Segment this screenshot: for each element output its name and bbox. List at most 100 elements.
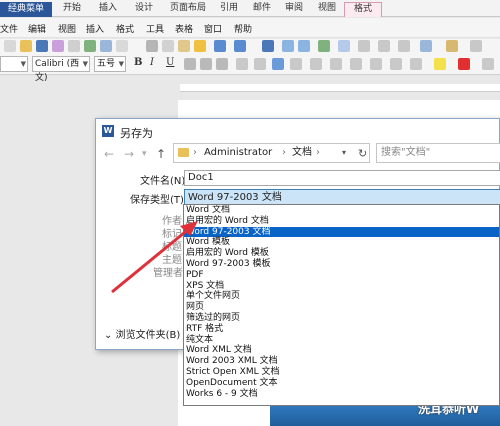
tab-layout[interactable]: 页面布局 [163,2,213,17]
breadcrumb-documents[interactable]: 文档 [292,144,312,162]
new-doc-icon[interactable] [4,40,16,52]
recent-dropdown-icon[interactable]: ▾ [142,149,147,159]
print-preview-icon[interactable] [84,40,96,52]
tab-references[interactable]: 引用 [215,2,243,17]
show-hide-icon[interactable] [398,40,410,52]
more-icon[interactable] [470,40,482,52]
bold-button[interactable]: B [134,57,142,68]
superscript-icon[interactable] [200,58,212,70]
file-type-option[interactable]: PDF [184,270,499,281]
redo-icon[interactable] [234,40,246,52]
tab-classic-menu[interactable]: 经典菜单 [0,2,52,17]
file-type-option[interactable]: Word 文档 [184,205,499,216]
print-icon[interactable] [68,40,80,52]
spelling-icon[interactable] [100,40,112,52]
file-type-option[interactable]: Word 模板 [184,237,499,248]
menu-table[interactable]: 表格 [175,22,193,35]
refresh-icon[interactable]: ↻ [358,147,367,160]
menu-format[interactable]: 格式 [116,22,134,35]
file-type-option[interactable]: Word XML 文档 [184,345,499,356]
tab-home[interactable]: 开始 [58,2,86,17]
research-icon[interactable] [116,40,128,52]
style-combo[interactable]: ▼ [0,56,28,72]
chevron-down-icon: ⌄ [104,330,113,341]
highlight-icon[interactable] [434,58,446,70]
bullets-icon[interactable] [350,58,362,70]
menu-file[interactable]: 文件 [0,22,18,35]
menu-tools[interactable]: 工具 [146,22,164,35]
file-type-option[interactable]: Word 97-2003 文档 [184,226,499,238]
font-name-combo[interactable]: Calibri (西文) ▼ [32,56,90,83]
file-type-option[interactable]: OpenDocument 文本 [184,378,499,389]
decrease-indent-icon[interactable] [370,58,382,70]
numbering-icon[interactable] [330,58,342,70]
underline-button[interactable]: U [166,57,174,68]
copy-icon[interactable] [162,40,174,52]
format-painter-icon[interactable] [194,40,206,52]
menu-view[interactable]: 视图 [58,22,76,35]
subscript-icon[interactable] [216,58,228,70]
align-left-icon[interactable] [236,58,248,70]
drawing-icon[interactable] [358,40,370,52]
tables-icon[interactable] [282,40,294,52]
menu-window[interactable]: 窗口 [204,22,222,35]
up-arrow-icon[interactable]: ↑ [156,147,166,161]
italic-button[interactable]: I [150,57,154,68]
back-arrow-icon[interactable]: ← [104,147,114,161]
address-bar[interactable]: › Administrator › 文档 › ▾ [173,143,370,163]
menu-edit[interactable]: 编辑 [28,22,46,35]
breadcrumb-administrator[interactable]: Administrator [204,144,272,162]
insert-table-icon[interactable] [298,40,310,52]
tab-mailings[interactable]: 邮件 [248,2,276,17]
file-type-option[interactable]: 纯文本 [184,335,499,346]
address-dropdown-icon[interactable]: ▾ [342,144,346,162]
paste-icon[interactable] [178,40,190,52]
file-type-option[interactable]: 启用宏的 Word 文档 [184,216,499,227]
save-icon[interactable] [36,40,48,52]
file-type-option[interactable]: 启用宏的 Word 模板 [184,248,499,259]
align-right-icon[interactable] [272,58,284,70]
file-name-input[interactable]: Doc1 [184,170,500,186]
file-type-option[interactable]: RTF 格式 [184,324,499,335]
tab-view[interactable]: 视图 [313,2,341,17]
undo-icon[interactable] [214,40,226,52]
file-type-option[interactable]: 网页 [184,302,499,313]
zoom-icon[interactable] [420,40,432,52]
permission-icon[interactable] [52,40,64,52]
font-size-combo[interactable]: 五号 ▼ [94,56,126,72]
forward-arrow-icon[interactable]: → [124,147,134,161]
file-type-option[interactable]: XPS 文档 [184,281,499,292]
file-type-option[interactable]: 单个文件网页 [184,291,499,302]
columns-icon[interactable] [338,40,350,52]
line-spacing-icon[interactable] [310,58,322,70]
tab-design[interactable]: 设计 [130,2,158,17]
font-size-value: 五号 [97,59,116,69]
file-type-option[interactable]: Works 6 - 9 文档 [184,389,499,400]
file-type-option[interactable]: Strict Open XML 文档 [184,367,499,378]
tab-review[interactable]: 审阅 [280,2,308,17]
align-center-icon[interactable] [254,58,266,70]
file-name-value: Doc1 [188,172,214,183]
justify-icon[interactable] [290,58,302,70]
ribbon-tabs: 经典菜单 开始 插入 设计 页面布局 引用 邮件 审阅 视图 格式 [0,0,500,17]
border-icon[interactable] [410,58,422,70]
tab-format[interactable]: 格式 [344,2,382,17]
cut-icon[interactable] [146,40,158,52]
hyperlink-icon[interactable] [262,40,274,52]
font-color-icon[interactable] [458,58,470,70]
more-format-icon[interactable] [482,58,494,70]
file-type-option[interactable]: 筛选过的网页 [184,313,499,324]
menu-insert[interactable]: 插入 [86,22,104,35]
search-box[interactable]: 搜索"文档" [376,143,500,163]
file-type-option[interactable]: Word 2003 XML 文档 [184,356,499,367]
help-icon[interactable] [446,40,458,52]
open-folder-icon[interactable] [20,40,32,52]
tab-insert[interactable]: 插入 [94,2,122,17]
strikethrough-icon[interactable] [184,58,196,70]
doc-map-icon[interactable] [378,40,390,52]
insert-excel-icon[interactable] [318,40,330,52]
browse-folders-toggle[interactable]: ⌄ 浏览文件夹(B) [104,326,180,341]
increase-indent-icon[interactable] [390,58,402,70]
file-type-option[interactable]: Word 97-2003 模板 [184,259,499,270]
menu-help[interactable]: 帮助 [234,22,252,35]
